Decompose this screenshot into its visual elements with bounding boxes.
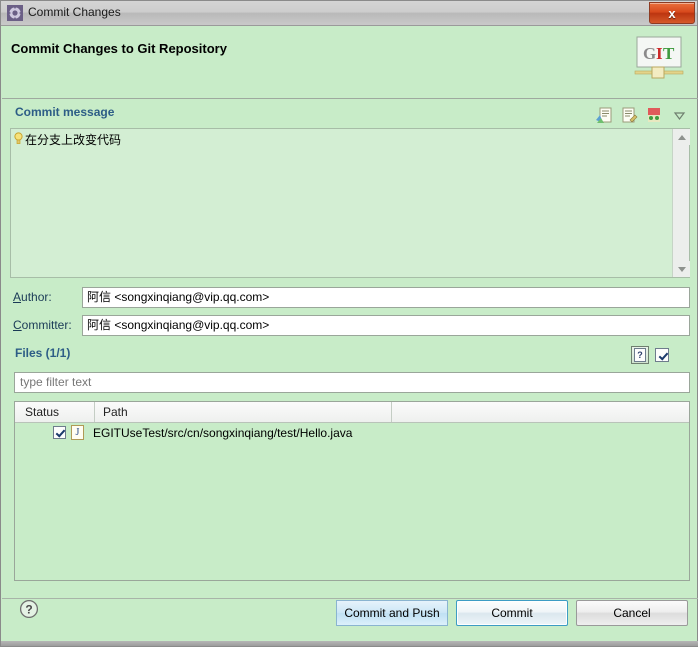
row-path: EGITUseTest/src/cn/songxinqiang/test/Hel… — [93, 425, 353, 440]
svg-text:T: T — [663, 44, 675, 63]
window-bottom-edge — [1, 641, 698, 646]
committer-row: Committer: 阿信 <songxinqiang@vip.qq.com> — [10, 315, 690, 336]
commit-message-text: 在分支上改变代码 — [25, 133, 122, 147]
chevron-down-icon[interactable] — [671, 107, 688, 124]
lightbulb-icon — [14, 132, 23, 145]
svg-text:G: G — [643, 44, 656, 63]
author-label: Author: — [13, 290, 52, 304]
close-button[interactable]: x — [649, 2, 695, 24]
committer-field[interactable]: 阿信 <songxinqiang@vip.qq.com> — [82, 315, 690, 336]
author-field[interactable]: 阿信 <songxinqiang@vip.qq.com> — [82, 287, 690, 308]
page-title: Commit Changes to Git Repository — [11, 41, 227, 56]
row-checkbox[interactable] — [53, 426, 66, 439]
show-untracked-toggle[interactable]: ? — [631, 346, 649, 364]
commit-changes-dialog: Commit Changes x Commit Changes to Git R… — [0, 0, 698, 647]
gear-icon — [7, 5, 23, 21]
cancel-button[interactable]: Cancel — [576, 600, 688, 626]
dialog-header: Commit Changes to Git Repository G I T — [2, 26, 696, 98]
column-divider-2[interactable] — [391, 402, 392, 422]
select-all-checkbox[interactable] — [655, 348, 669, 362]
spell-check-icon[interactable] — [596, 107, 613, 124]
committer-label: Committer: — [13, 318, 72, 332]
help-icon[interactable]: ? — [19, 599, 39, 619]
table-row[interactable]: J EGITUseTest/src/cn/songxinqiang/test/H… — [15, 423, 689, 442]
svg-text:I: I — [656, 44, 663, 63]
commit-message-toolbar — [596, 107, 688, 124]
svg-text:?: ? — [25, 603, 32, 617]
commit-and-push-button[interactable]: Commit and Push — [336, 600, 448, 626]
author-row: Author: 阿信 <songxinqiang@vip.qq.com> — [10, 287, 690, 308]
column-divider-1[interactable] — [94, 402, 95, 422]
files-group-label: Files (1/1) — [15, 346, 71, 360]
column-header-status[interactable]: Status — [25, 405, 59, 419]
scroll-up-icon[interactable] — [673, 129, 690, 145]
commit-message-input[interactable]: 在分支上改变代码 — [10, 128, 690, 278]
files-group: Files (1/1) ? type filter text Status Pa… — [10, 346, 690, 589]
change-id-icon[interactable] — [646, 107, 663, 124]
files-table-header: Status Path — [15, 402, 689, 423]
window-titlebar: Commit Changes x — [1, 1, 697, 26]
filter-input-gutter — [670, 347, 689, 364]
scroll-down-icon[interactable] — [673, 261, 690, 277]
files-table: Status Path J EGITUseTest/src/cn/songxin… — [14, 401, 690, 581]
column-header-path[interactable]: Path — [103, 405, 128, 419]
git-logo-icon: G I T — [631, 34, 687, 86]
question-mark-icon: ? — [634, 348, 646, 362]
java-file-icon: J — [71, 425, 84, 440]
commit-button[interactable]: Commit — [456, 600, 568, 626]
signed-off-icon[interactable] — [621, 107, 638, 124]
commit-message-scrollbar[interactable] — [672, 129, 690, 277]
commit-message-group: Commit message 在分支上改变代码 — [10, 105, 690, 279]
filter-input[interactable]: type filter text — [14, 372, 690, 393]
header-separator — [2, 98, 698, 99]
footer-separator — [2, 598, 698, 599]
commit-message-label: Commit message — [15, 105, 115, 119]
window-title: Commit Changes — [28, 5, 121, 19]
